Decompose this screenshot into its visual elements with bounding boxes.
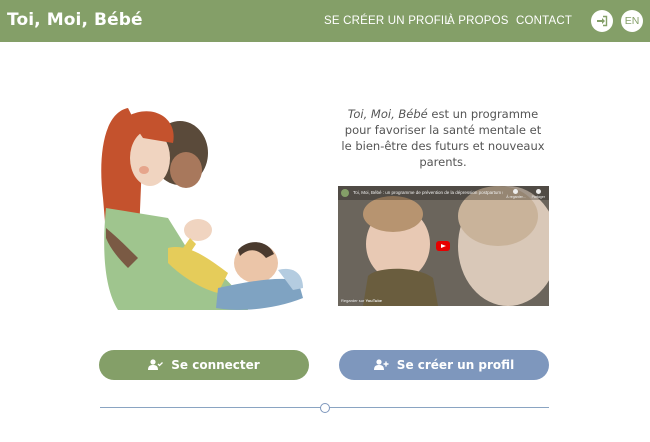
youtube-logo: YouTube: [365, 298, 382, 303]
language-label: EN: [624, 15, 640, 27]
login-icon-button[interactable]: [591, 10, 613, 32]
create-profile-label: Se créer un profil: [396, 358, 515, 372]
play-icon[interactable]: [436, 241, 450, 251]
intro-text: Toi, Moi, Bébé est un programme pour fav…: [338, 106, 548, 170]
brand-title[interactable]: Toi, Moi, Bébé: [7, 10, 143, 30]
intro-brand: Toi, Moi, Bébé: [347, 107, 428, 121]
user-plus-icon: [373, 359, 389, 370]
channel-avatar: [341, 189, 349, 197]
nav-contact[interactable]: CONTACT: [516, 15, 572, 27]
sign-in-icon: [597, 15, 608, 27]
share-label: Partager: [531, 195, 545, 199]
parents-baby-illustration: [98, 98, 310, 316]
login-button[interactable]: Se connecter: [99, 350, 309, 380]
nav-about[interactable]: À PROPOS: [447, 15, 509, 27]
watch-later-label: À regarder...: [506, 195, 526, 199]
user-check-icon: [148, 359, 164, 370]
video-embed[interactable]: Toi, Moi, Bébé : un programme de prévent…: [338, 186, 549, 306]
login-label: Se connecter: [171, 358, 260, 372]
watch-on-label: Regarder sur: [341, 298, 365, 303]
create-profile-button[interactable]: Se créer un profil: [339, 350, 549, 380]
video-actions: À regarder... Partager: [506, 189, 545, 199]
watch-on-youtube[interactable]: Regarder sur YouTube: [341, 298, 382, 303]
language-toggle[interactable]: EN: [621, 10, 643, 32]
top-navbar: Toi, Moi, Bébé SE CRÉER UN PROFIL À PROP…: [0, 0, 650, 42]
share-icon[interactable]: Partager: [532, 189, 545, 199]
nav-create-profile[interactable]: SE CRÉER UN PROFIL: [324, 15, 451, 27]
watch-later-icon[interactable]: À regarder...: [506, 189, 526, 199]
video-title: Toi, Moi, Bébé : un programme de prévent…: [353, 190, 503, 195]
divider-dot: [320, 403, 330, 413]
